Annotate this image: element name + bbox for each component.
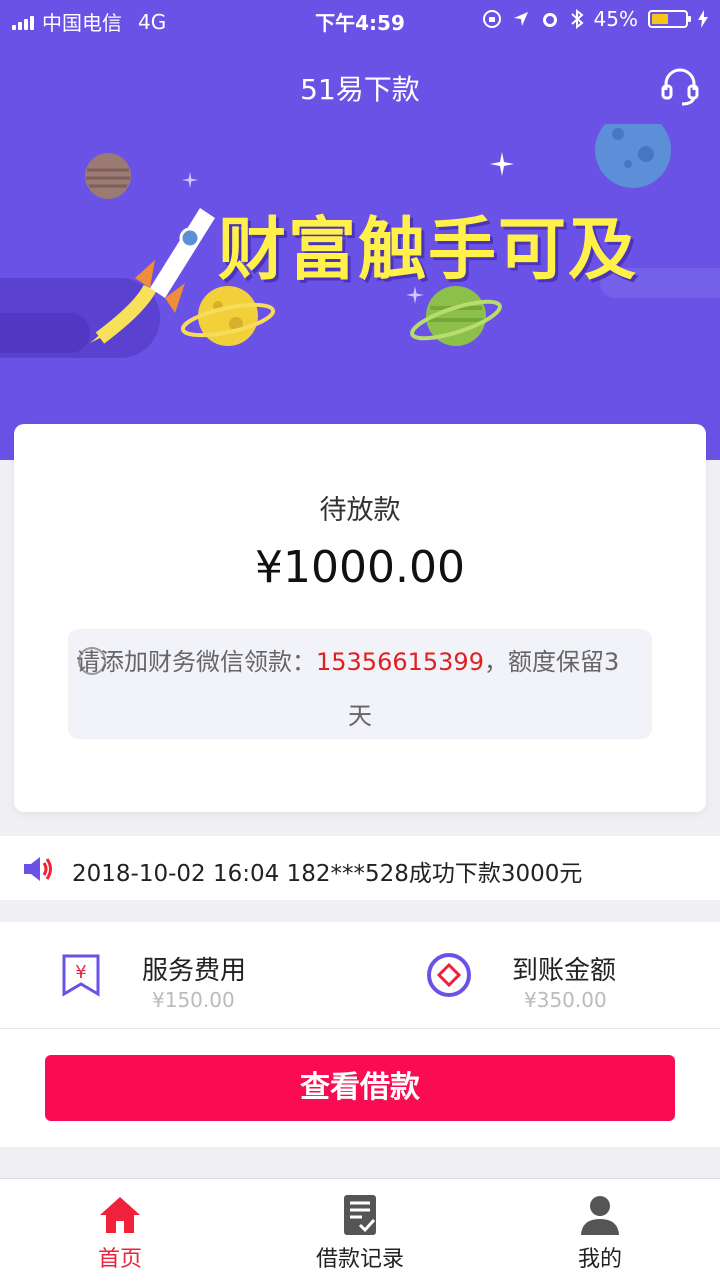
notice-phone[interactable]: 15356615399 [316, 648, 484, 676]
status-bar: 中国电信 4G 下午4:59 45% [0, 0, 720, 40]
announcement-text: 2018-10-02 16:04 182***528成功下款3000元 [72, 861, 583, 887]
service-fee-title: 服务费用 [142, 956, 247, 986]
arrival-amount-item: 到账金额 ¥350.00 [360, 922, 720, 1028]
page-title: 51易下款 [300, 73, 420, 106]
sparkle-icon [182, 172, 198, 188]
svg-text:¥: ¥ [75, 962, 86, 983]
yuan-tag-icon: ¥ [62, 954, 100, 997]
notice-line2: 天 [348, 702, 372, 730]
planet-brown-icon [85, 153, 131, 199]
battery-icon [648, 10, 691, 28]
tab-home-label: 首页 [97, 1247, 142, 1272]
wechat-notice: 请添加财务微信领款：15356615399，额度保留3 天 [68, 629, 652, 739]
arrival-amount-value: ¥350.00 [524, 988, 607, 1012]
pending-label: 待放款 [319, 495, 401, 526]
charging-icon [698, 10, 708, 28]
pending-amount: ¥1000.00 [255, 542, 465, 593]
tab-records-label: 借款记录 [315, 1247, 404, 1272]
tab-home[interactable]: 首页 [0, 1179, 240, 1281]
sparkle-icon [490, 152, 514, 176]
notice-suffix: ，额度保留3 [483, 648, 620, 676]
notice-prefix: 请添加财务微信领款： [76, 648, 316, 676]
headset-icon[interactable] [658, 64, 702, 108]
rocket-icon [90, 208, 215, 344]
coin-icon [427, 953, 471, 997]
planet-blue-icon [595, 124, 671, 188]
battery-percent: 45% [593, 7, 638, 31]
tab-records[interactable]: 借款记录 [240, 1179, 480, 1281]
alarm-icon [542, 13, 557, 27]
pending-loan-card: 待放款 ¥1000.00 请添加财务微信领款：15356615399，额度保留3… [14, 424, 706, 812]
records-icon [344, 1195, 376, 1235]
tab-mine-label: 我的 [577, 1247, 622, 1272]
service-fee-item: ¥ 服务费用 ¥150.00 [0, 922, 360, 1028]
announcement-bar: 2018-10-02 16:04 182***528成功下款3000元 [0, 836, 720, 900]
fees-row: ¥ 服务费用 ¥150.00 到账金额 ¥350.00 [0, 922, 720, 1029]
user-icon [581, 1196, 619, 1235]
sparkle-icon [406, 286, 424, 304]
tab-mine[interactable]: 我的 [480, 1179, 720, 1281]
view-loan-button[interactable]: 查看借款 [45, 1055, 675, 1121]
bluetooth-icon [570, 9, 584, 29]
location-icon [513, 12, 528, 26]
arrival-amount-title: 到账金额 [512, 956, 617, 986]
banner: 财富触手可及 [0, 124, 720, 460]
speaker-icon [24, 857, 52, 881]
action-area: 查看借款 [0, 1029, 720, 1147]
header-area: 中国电信 4G 下午4:59 45% 51易下款 财富触手可及 [0, 0, 720, 460]
tab-bar: 首页 借款记录 我的 [0, 1178, 720, 1281]
rotation-lock-icon [482, 10, 501, 28]
service-fee-value: ¥150.00 [152, 988, 235, 1012]
home-icon [100, 1197, 140, 1233]
banner-slogan: 财富触手可及 [218, 211, 639, 290]
